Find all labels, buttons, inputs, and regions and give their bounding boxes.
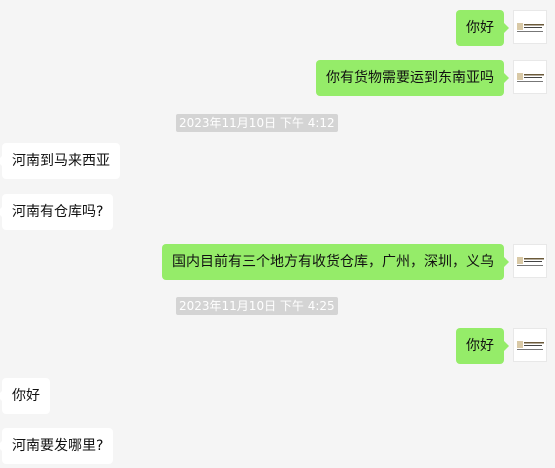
incoming-message[interactable]: 你好 xyxy=(0,378,50,414)
outgoing-message[interactable]: 你有货物需要运到东南亚吗 xyxy=(316,60,509,96)
company-logo-avatar[interactable] xyxy=(513,60,547,94)
outgoing-message[interactable]: 你好 xyxy=(456,10,509,46)
timestamp: 2023年11月10日 下午 4:25 xyxy=(176,297,338,315)
logo-icon xyxy=(517,23,544,32)
company-logo-avatar[interactable] xyxy=(513,328,547,362)
logo-icon xyxy=(517,341,544,350)
company-logo-avatar[interactable] xyxy=(513,10,547,44)
company-logo-avatar[interactable] xyxy=(513,244,547,278)
outgoing-message[interactable]: 国内目前有三个地方有收货仓库，广州，深圳，义乌 xyxy=(162,244,509,280)
logo-icon xyxy=(517,257,544,266)
outgoing-message[interactable]: 你好 xyxy=(456,328,509,364)
incoming-message[interactable]: 河南有仓库吗? xyxy=(0,194,114,230)
incoming-message[interactable]: 河南到马来西亚 xyxy=(0,143,120,179)
timestamp: 2023年11月10日 下午 4:12 xyxy=(176,114,338,132)
logo-icon xyxy=(517,73,544,82)
incoming-message[interactable]: 河南要发哪里? xyxy=(0,428,114,464)
